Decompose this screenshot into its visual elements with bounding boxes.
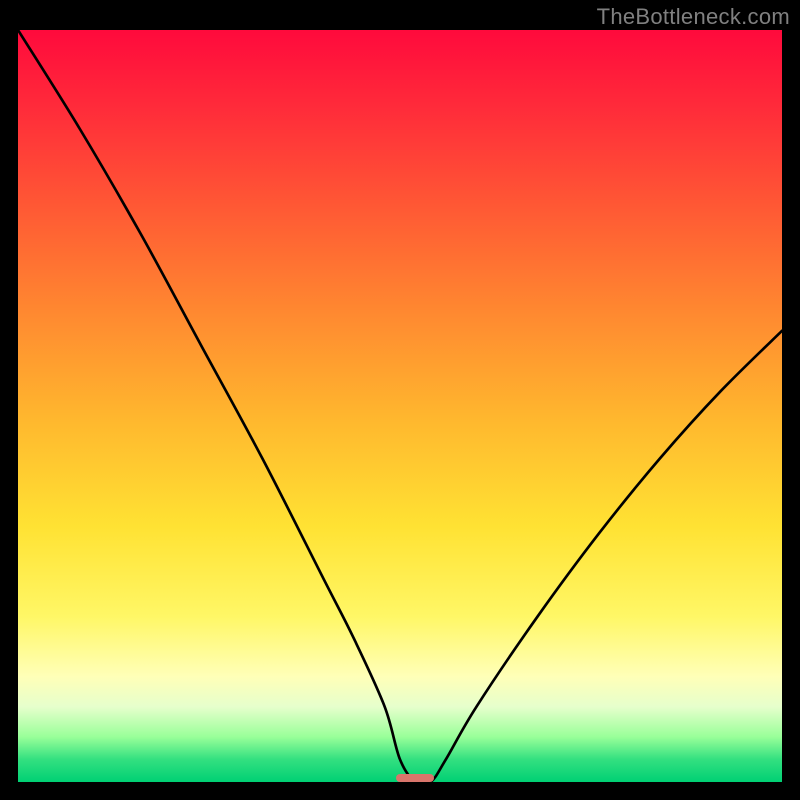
optimal-marker [396, 774, 434, 782]
watermark-text: TheBottleneck.com [597, 4, 790, 30]
bottleneck-curve [18, 30, 782, 782]
chart-container: TheBottleneck.com [0, 0, 800, 800]
plot-area [18, 30, 782, 782]
